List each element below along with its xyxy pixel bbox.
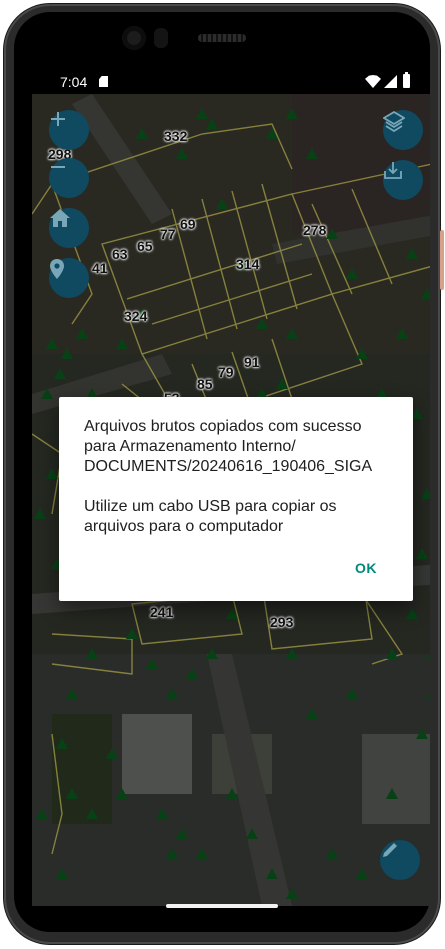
- location-pin-icon: [50, 259, 64, 279]
- parcel-number-label: 278: [303, 222, 327, 238]
- parcel-number-label: 324: [124, 308, 148, 324]
- front-camera: [122, 26, 146, 50]
- status-time: 7:04: [60, 74, 88, 90]
- parcel-number-label: 69: [180, 216, 196, 232]
- minus-icon: [51, 166, 65, 168]
- edit-button[interactable]: [380, 840, 420, 880]
- battery-icon: [403, 72, 410, 88]
- layers-button[interactable]: [383, 110, 423, 150]
- sd-card-icon: [99, 76, 108, 87]
- parcel-number-label: 79: [218, 364, 234, 380]
- wifi-icon: [365, 75, 381, 88]
- cell-signal-icon: [384, 75, 397, 88]
- parcel-number-label: 293: [270, 614, 294, 630]
- parcel-number-label: 241: [150, 604, 174, 620]
- layers-icon: [383, 110, 405, 132]
- home-indicator[interactable]: [166, 904, 278, 908]
- side-button: [440, 230, 444, 290]
- parcel-number-label: 314: [236, 256, 260, 272]
- download-icon: [384, 162, 402, 179]
- location-button[interactable]: [49, 258, 89, 298]
- ok-button[interactable]: OK: [355, 560, 377, 576]
- home-icon: [50, 209, 70, 227]
- copy-success-dialog: Arquivos brutos copiados com sucesso par…: [59, 397, 413, 601]
- parcel-number-label: 63: [112, 246, 128, 262]
- parcel-number-label: 85: [197, 376, 213, 392]
- dialog-message: Arquivos brutos copiados com sucesso par…: [84, 418, 373, 535]
- parcel-number-label: 91: [244, 354, 260, 370]
- zoom-out-button[interactable]: [49, 158, 89, 198]
- pencil-icon: [383, 843, 397, 857]
- earpiece-speaker: [198, 34, 246, 42]
- status-bar: 7:04: [32, 70, 430, 94]
- zoom-in-button[interactable]: [49, 110, 89, 150]
- parcel-number-label: 41: [92, 260, 108, 276]
- device-screen: 7:04 332 278 314 324 65 77 69 63 91 79 8…: [32, 70, 430, 906]
- home-button[interactable]: [49, 208, 89, 248]
- parcel-number-label: 332: [164, 128, 188, 144]
- phone-bezel: 7:04 332 278 314 324 65 77 69 63 91 79 8…: [14, 12, 430, 932]
- parcel-number-label: 65: [137, 238, 153, 254]
- proximity-sensor: [154, 28, 168, 48]
- plus-icon: [51, 112, 65, 126]
- download-button[interactable]: [383, 160, 423, 200]
- parcel-number-label: 77: [160, 226, 176, 242]
- bottom-bezel: [14, 906, 430, 932]
